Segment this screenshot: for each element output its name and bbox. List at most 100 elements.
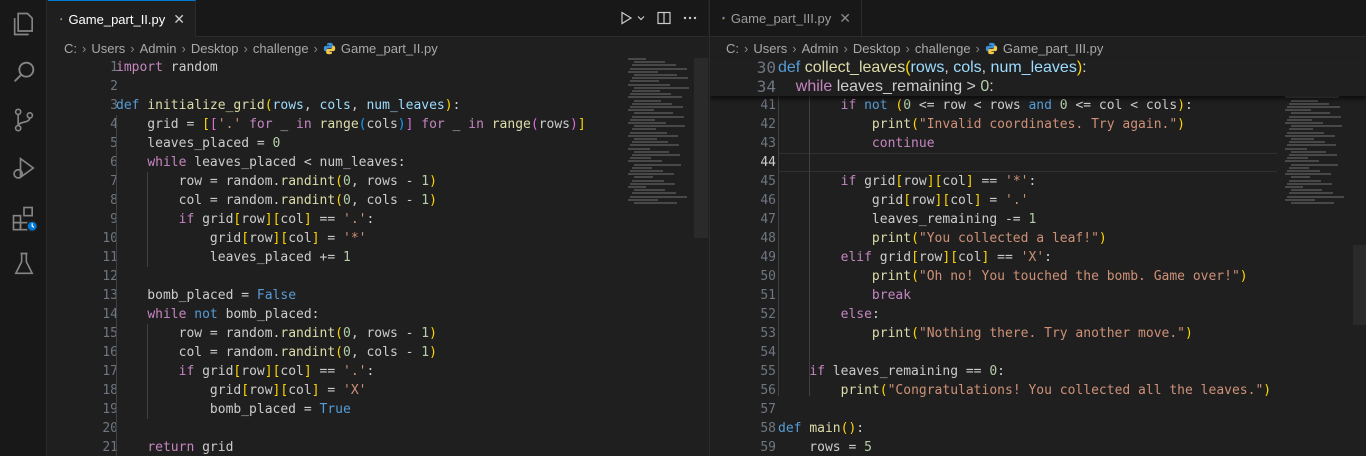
line-number: 43 [760,136,776,151]
tab-game-part-ii[interactable]: Game_part_II.py ✕ [48,0,196,37]
split-editor-icon[interactable] [656,10,672,26]
code-line[interactable]: 13 bomb_placed = False [48,286,708,305]
line-number: 54 [760,345,776,360]
chevron-right-icon: › [905,40,910,56]
line-number: 52 [760,307,776,322]
code-line[interactable]: 57 [710,400,1366,419]
search-icon[interactable] [10,58,38,86]
code-line[interactable]: 58 def main(): [710,419,1366,438]
code-line[interactable]: 34 while leaves_remaining > 0: [710,77,1366,96]
line-number: 58 [760,421,776,436]
code-line[interactable]: 21 return grid [48,438,708,456]
code-text: while leaves_remaining > 0: [795,78,994,95]
close-icon[interactable]: ✕ [839,10,851,27]
code-line[interactable]: 30 def collect_leaves(rows, cols, num_lea… [710,58,1366,77]
code-line[interactable]: 3 def initialize_grid(rows, cols, num_lea… [48,96,708,115]
code-text: bomb_placed = False [116,288,297,303]
breadcrumb-item[interactable]: C: [64,41,77,56]
minimap-line [628,58,646,60]
minimap-line [628,83,670,86]
minimap-line [1289,166,1309,169]
code-text: print("Invalid coordinates. Try again.") [871,117,1185,132]
breadcrumb-item[interactable]: Admin [802,41,839,56]
code-editor-left[interactable]: 1 import random 2 3 def initialize_grid(rows… [48,58,708,456]
vertical-scrollbar[interactable] [694,58,708,238]
code-line[interactable]: 12 [48,267,708,286]
minimap-line [634,163,681,166]
minimap-line [628,70,658,73]
breadcrumb-item[interactable]: C: [726,41,739,56]
chevron-down-icon[interactable] [636,13,646,23]
code-line[interactable]: 20 [48,419,708,438]
explorer-icon[interactable] [10,10,38,38]
minimap[interactable] [628,58,690,218]
minimap-line [632,192,676,195]
minimap-line [1285,198,1315,201]
code-line[interactable]: 6 while leaves_placed < num_leaves: [48,153,708,172]
minimap-line [1289,192,1333,195]
code-text: if leaves_remaining == 0: [809,364,1005,379]
line-number: 51 [760,288,776,303]
editor-pane-left: Game_part_II.py ✕ C: › Users › Admin › Desk… [48,0,708,456]
more-actions-icon[interactable] [682,10,698,26]
minimap-line [1291,112,1330,115]
code-text: leaves_placed += 1 [116,250,351,265]
testing-icon[interactable] [10,250,38,278]
code-text: col = random.randint(0, cols - 1) [116,193,437,208]
code-text: if grid[row][col] == '*': [840,174,1037,189]
breadcrumb: C: › Users › Admin › Desktop › challenge › Ga… [64,37,438,59]
code-text: print("Oh no! You touched the bomb. Game… [871,269,1248,284]
minimap-line [1289,128,1313,131]
vertical-scrollbar[interactable] [1353,245,1366,325]
minimap-line [634,74,677,76]
close-icon[interactable]: ✕ [173,11,185,28]
minimap-line [1291,125,1342,128]
breadcrumb-item[interactable]: challenge [253,41,309,56]
line-number: 30 [756,58,776,77]
breadcrumb-item[interactable]: Desktop [853,41,901,56]
line-number: 2 [110,79,118,94]
minimap-line [1291,150,1326,153]
indent-guide [147,172,148,267]
minimap-line [632,141,668,144]
code-editor-right[interactable]: 41 if not (0 <= row < rows and 0 <= col … [710,58,1366,456]
breadcrumb-item[interactable]: Desktop [191,41,239,56]
code-line[interactable]: 5 leaves_placed = 0 [48,134,708,153]
extensions-icon[interactable] [10,204,39,233]
breadcrumb-item[interactable]: Users [91,41,125,56]
code-text: if grid[row][col] == '.': [178,364,375,379]
minimap-line [630,93,671,96]
minimap-line [632,115,684,118]
sticky-scroll[interactable]: 30 def collect_leaves(rows, cols, num_lea… [710,58,1366,96]
breadcrumb-item[interactable]: challenge [915,41,971,56]
minimap-line [628,160,662,163]
line-number: 4 [110,117,118,132]
line-number: 18 [102,383,118,398]
editor-actions [618,0,698,36]
breadcrumb-file[interactable]: Game_part_II.py [341,41,438,56]
breadcrumb-item[interactable]: Users [753,41,787,56]
minimap-line [628,147,650,150]
run-debug-icon[interactable] [10,154,38,182]
breadcrumb-item[interactable]: Admin [140,41,177,56]
code-line[interactable]: 4 grid = [['.' for _ in range(cols)] for… [48,115,708,134]
tab-game-part-iii[interactable]: Game_part_III.py ✕ [710,0,862,36]
minimap-line [1289,115,1341,118]
minimap-line [632,90,660,92]
code-text: leaves_placed = 0 [116,136,281,151]
code-line[interactable]: 1 import random [48,58,708,77]
code-text: break [871,288,912,303]
run-icon[interactable] [618,10,634,26]
code-text: bomb_placed = True [116,402,351,417]
breadcrumb-file[interactable]: Game_part_III.py [1003,41,1103,56]
code-line[interactable]: 59 rows = 5 [710,438,1366,456]
minimap-line [630,182,675,185]
code-line[interactable]: 14 while not bomb_placed: [48,305,708,324]
minimap-line [634,99,661,102]
line-number: 6 [110,155,118,170]
code-line[interactable]: 2 [48,77,708,96]
line-number: 16 [102,345,118,360]
minimap-line [630,67,687,70]
code-text: row = random.randint(0, rows - 1) [116,326,437,341]
source-control-icon[interactable] [10,106,38,134]
